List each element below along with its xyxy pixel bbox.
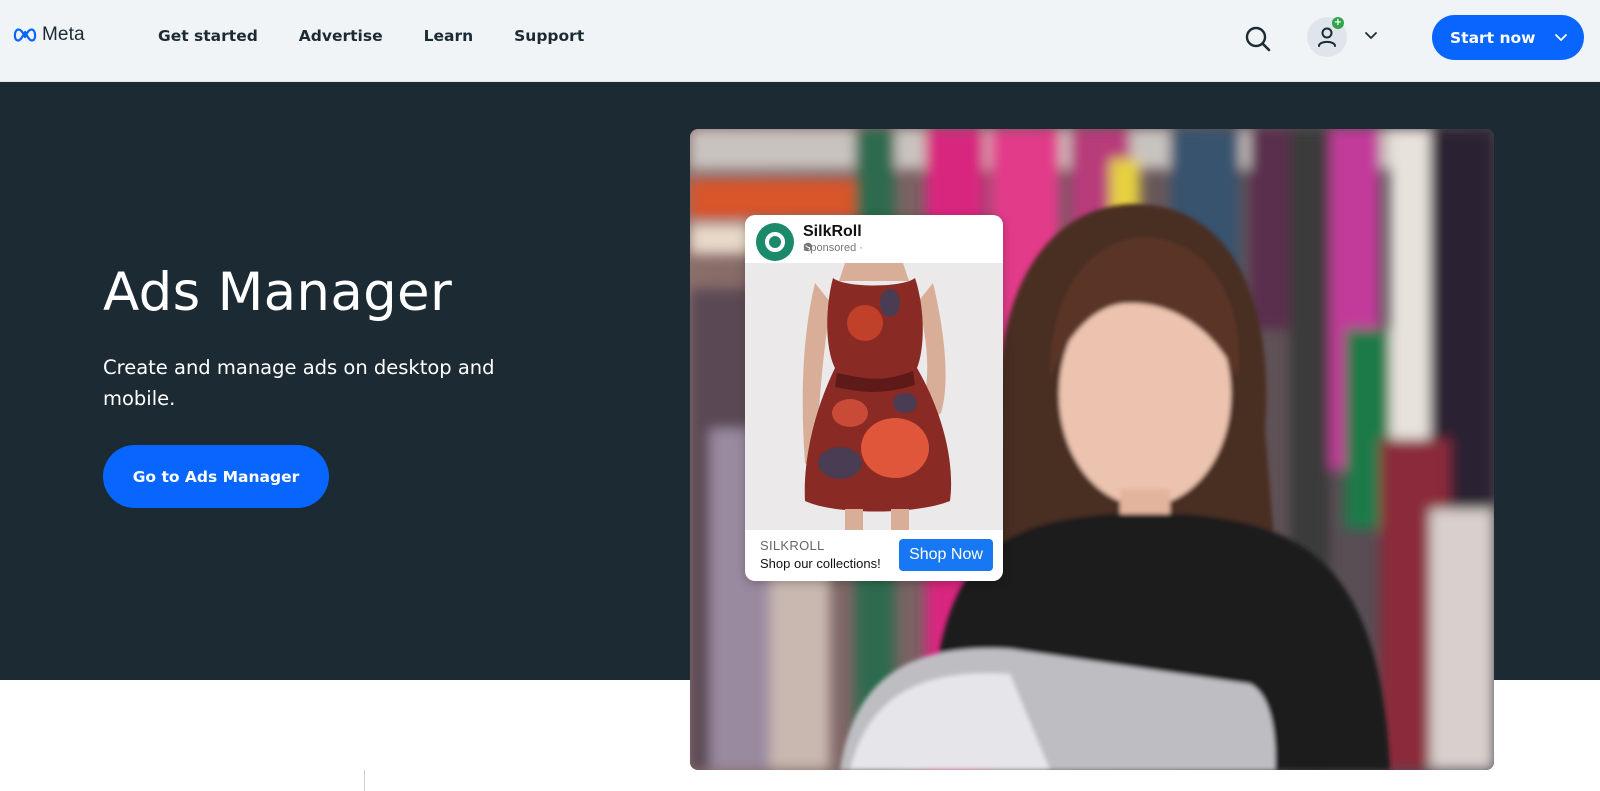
ad-footer: SILKROLL Shop our collections! Shop Now — [745, 530, 1003, 581]
ad-domain-label: SILKROLL — [760, 538, 825, 553]
hero-image: SilkRoll Sponsored · SILKROLL Shop our c… — [690, 129, 1494, 770]
primary-nav: Get started Advertise Learn Support — [158, 27, 625, 45]
nav-link-support[interactable]: Support — [514, 27, 584, 45]
ad-headline: Shop our collections! — [760, 556, 881, 571]
chevron-down-icon[interactable] — [1554, 30, 1568, 44]
shop-now-button[interactable]: Shop Now — [899, 539, 993, 571]
start-now-button[interactable]: Start now — [1432, 15, 1584, 60]
q-logo-icon — [765, 232, 785, 252]
sponsored-label: Sponsored · — [803, 242, 863, 254]
meta-logo[interactable]: Meta — [12, 24, 85, 46]
top-navigation: Meta Get started Advertise Learn Support… — [0, 0, 1600, 82]
online-badge: + — [1332, 17, 1344, 29]
search-icon — [1245, 26, 1271, 52]
advertiser-logo — [756, 223, 794, 261]
ad-product-image — [745, 263, 1003, 530]
chevron-down-icon[interactable] — [1363, 27, 1379, 43]
page-title: Ads Manager — [103, 262, 453, 323]
go-to-ads-manager-button[interactable]: Go to Ads Manager — [103, 445, 329, 508]
nav-link-advertise[interactable]: Advertise — [299, 27, 383, 45]
ad-header: SilkRoll Sponsored · — [745, 215, 1003, 263]
ad-preview-card: SilkRoll Sponsored · SILKROLL Shop our c… — [745, 215, 1003, 581]
advertiser-name: SilkRoll — [803, 223, 862, 240]
meta-infinity-icon — [13, 28, 37, 42]
brand-name: Meta — [42, 24, 85, 45]
section-divider — [364, 770, 365, 791]
globe-icon — [803, 242, 813, 252]
account-button[interactable]: + — [1307, 17, 1347, 57]
hero-subtitle: Create and manage ads on desktop and mob… — [103, 356, 495, 410]
dress-illustration — [745, 263, 1003, 530]
start-now-label: Start now — [1450, 28, 1536, 47]
user-icon — [1318, 27, 1336, 47]
nav-link-learn[interactable]: Learn — [424, 27, 474, 45]
nav-link-get-started[interactable]: Get started — [158, 27, 258, 45]
search-button[interactable] — [1243, 24, 1273, 54]
